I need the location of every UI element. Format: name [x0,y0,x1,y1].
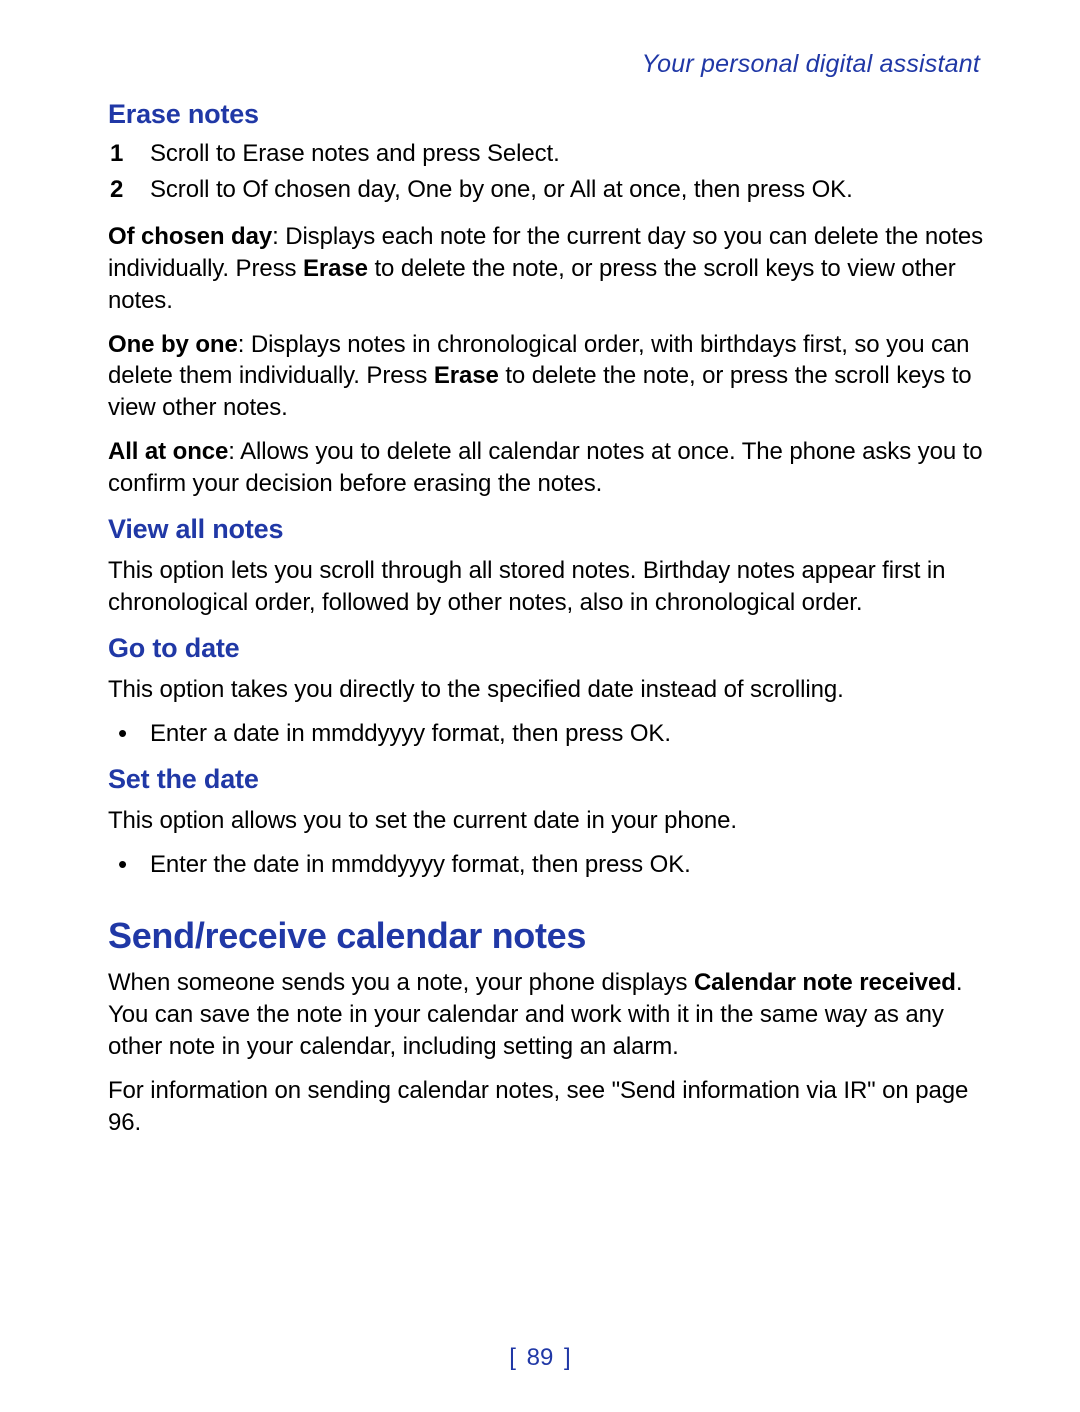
paragraph-send-receive-2: For information on sending calendar note… [108,1075,990,1139]
paragraph-one-by-one: One by one: Displays notes in chronologi… [108,329,990,425]
bullet-list: Enter the date in mmddyyyy format, then … [108,849,990,881]
bullet-item: Enter a date in mmddyyyy format, then pr… [108,718,990,750]
bullet-list: Enter a date in mmddyyyy format, then pr… [108,718,990,750]
document-page: Your personal digital assistant Erase no… [0,0,1080,1412]
step-text: Scroll to Of chosen day, One by one, or … [150,176,853,203]
bracket-close: ] [560,1344,575,1371]
heading-set-the-date: Set the date [108,764,990,795]
step-2: 2 Scroll to Of chosen day, One by one, o… [108,174,990,206]
heading-send-receive: Send/receive calendar notes [108,915,990,957]
heading-go-to-date: Go to date [108,633,990,664]
page-number-value: 89 [527,1344,554,1371]
bullet-item: Enter the date in mmddyyyy format, then … [108,849,990,881]
step-text: Scroll to Erase notes and press Select. [150,140,560,167]
paragraph-set-date: This option allows you to set the curren… [108,805,990,837]
running-header: Your personal digital assistant [108,50,990,79]
paragraph-view-all: This option lets you scroll through all … [108,555,990,619]
paragraph-go-to-date: This option takes you directly to the sp… [108,674,990,706]
paragraph-all-at-once: All at once: Allows you to delete all ca… [108,436,990,500]
step-1: 1 Scroll to Erase notes and press Select… [108,138,990,170]
heading-erase-notes: Erase notes [108,99,990,130]
paragraph-send-receive-1: When someone sends you a note, your phon… [108,967,990,1063]
numbered-steps: 1 Scroll to Erase notes and press Select… [108,138,990,207]
step-number: 2 [110,174,123,206]
step-number: 1 [110,138,123,170]
bracket-open: [ [505,1344,520,1371]
page-number: [ 89 ] [0,1344,1080,1372]
heading-view-all-notes: View all notes [108,514,990,545]
paragraph-of-chosen-day: Of chosen day: Displays each note for th… [108,221,990,317]
